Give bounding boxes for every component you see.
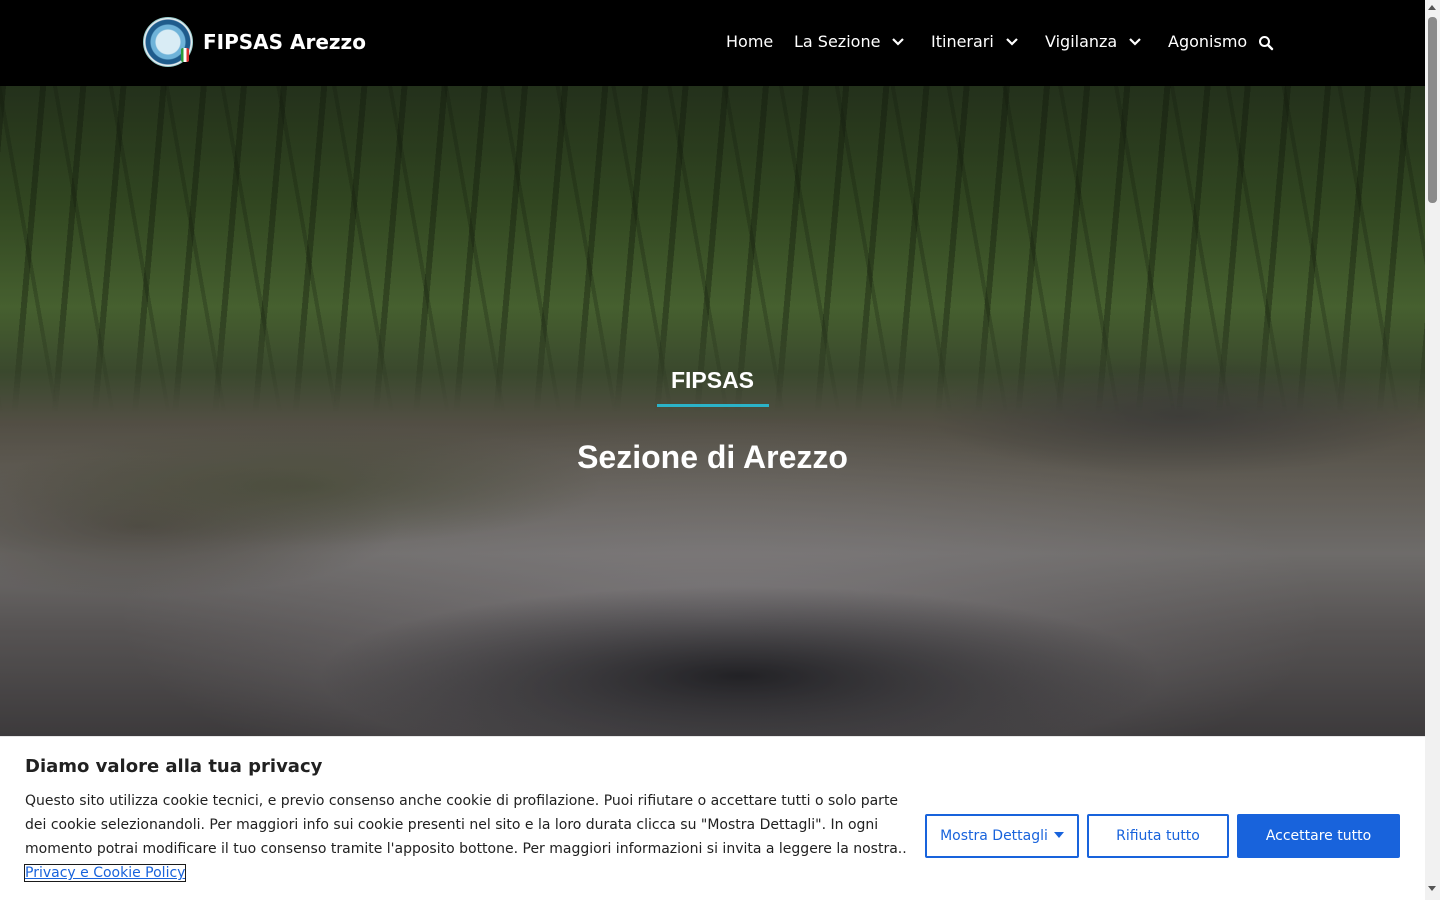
- scroll-up-arrow-icon[interactable]: [1428, 5, 1436, 10]
- show-details-button[interactable]: Mostra Dettagli: [925, 814, 1079, 858]
- scrollbar-thumb[interactable]: [1428, 17, 1437, 203]
- fipsas-logo[interactable]: [143, 17, 193, 67]
- scroll-down-arrow-icon[interactable]: [1428, 886, 1436, 891]
- accept-all-button[interactable]: Accettare tutto: [1237, 814, 1400, 858]
- chevron-down-icon[interactable]: [1005, 35, 1019, 49]
- nav-item-itinerari[interactable]: Itinerari: [931, 31, 994, 53]
- nav-item-la-sezione[interactable]: La Sezione: [794, 31, 880, 53]
- nav-item-vigilanza[interactable]: Vigilanza: [1045, 31, 1117, 53]
- site-title[interactable]: FIPSAS Arezzo: [203, 30, 366, 54]
- cookie-title: Diamo valore alla tua privacy: [25, 756, 323, 777]
- nav-item-home[interactable]: Home: [726, 31, 773, 53]
- cookie-description: Questo sito utilizza cookie tecnici, e p…: [23, 789, 910, 885]
- cookie-description-text: Questo sito utilizza cookie tecnici, e p…: [25, 793, 907, 857]
- page-scrollbar[interactable]: [1425, 0, 1440, 900]
- site-header: FIPSAS Arezzo Home La Sezione Itinerari …: [0, 0, 1425, 86]
- nav-item-agonismo[interactable]: Agonismo: [1168, 31, 1247, 53]
- hero-title: Sezione di Arezzo: [577, 439, 848, 475]
- chevron-down-icon[interactable]: [891, 35, 905, 49]
- cookie-consent-banner: Diamo valore alla tua privacy Questo sit…: [0, 736, 1425, 900]
- hero-kicker: FIPSAS: [670, 367, 755, 393]
- search-icon[interactable]: [1258, 35, 1274, 51]
- privacy-policy-link[interactable]: Privacy e Cookie Policy: [23, 864, 187, 882]
- show-details-label: Mostra Dettagli: [940, 828, 1048, 844]
- hero-banner: FIPSAS Sezione di Arezzo: [0, 86, 1425, 736]
- hero-underline: [657, 404, 769, 407]
- reject-all-button[interactable]: Rifiuta tutto: [1087, 814, 1229, 858]
- chevron-down-icon[interactable]: [1128, 35, 1142, 49]
- caret-down-icon: [1053, 832, 1064, 838]
